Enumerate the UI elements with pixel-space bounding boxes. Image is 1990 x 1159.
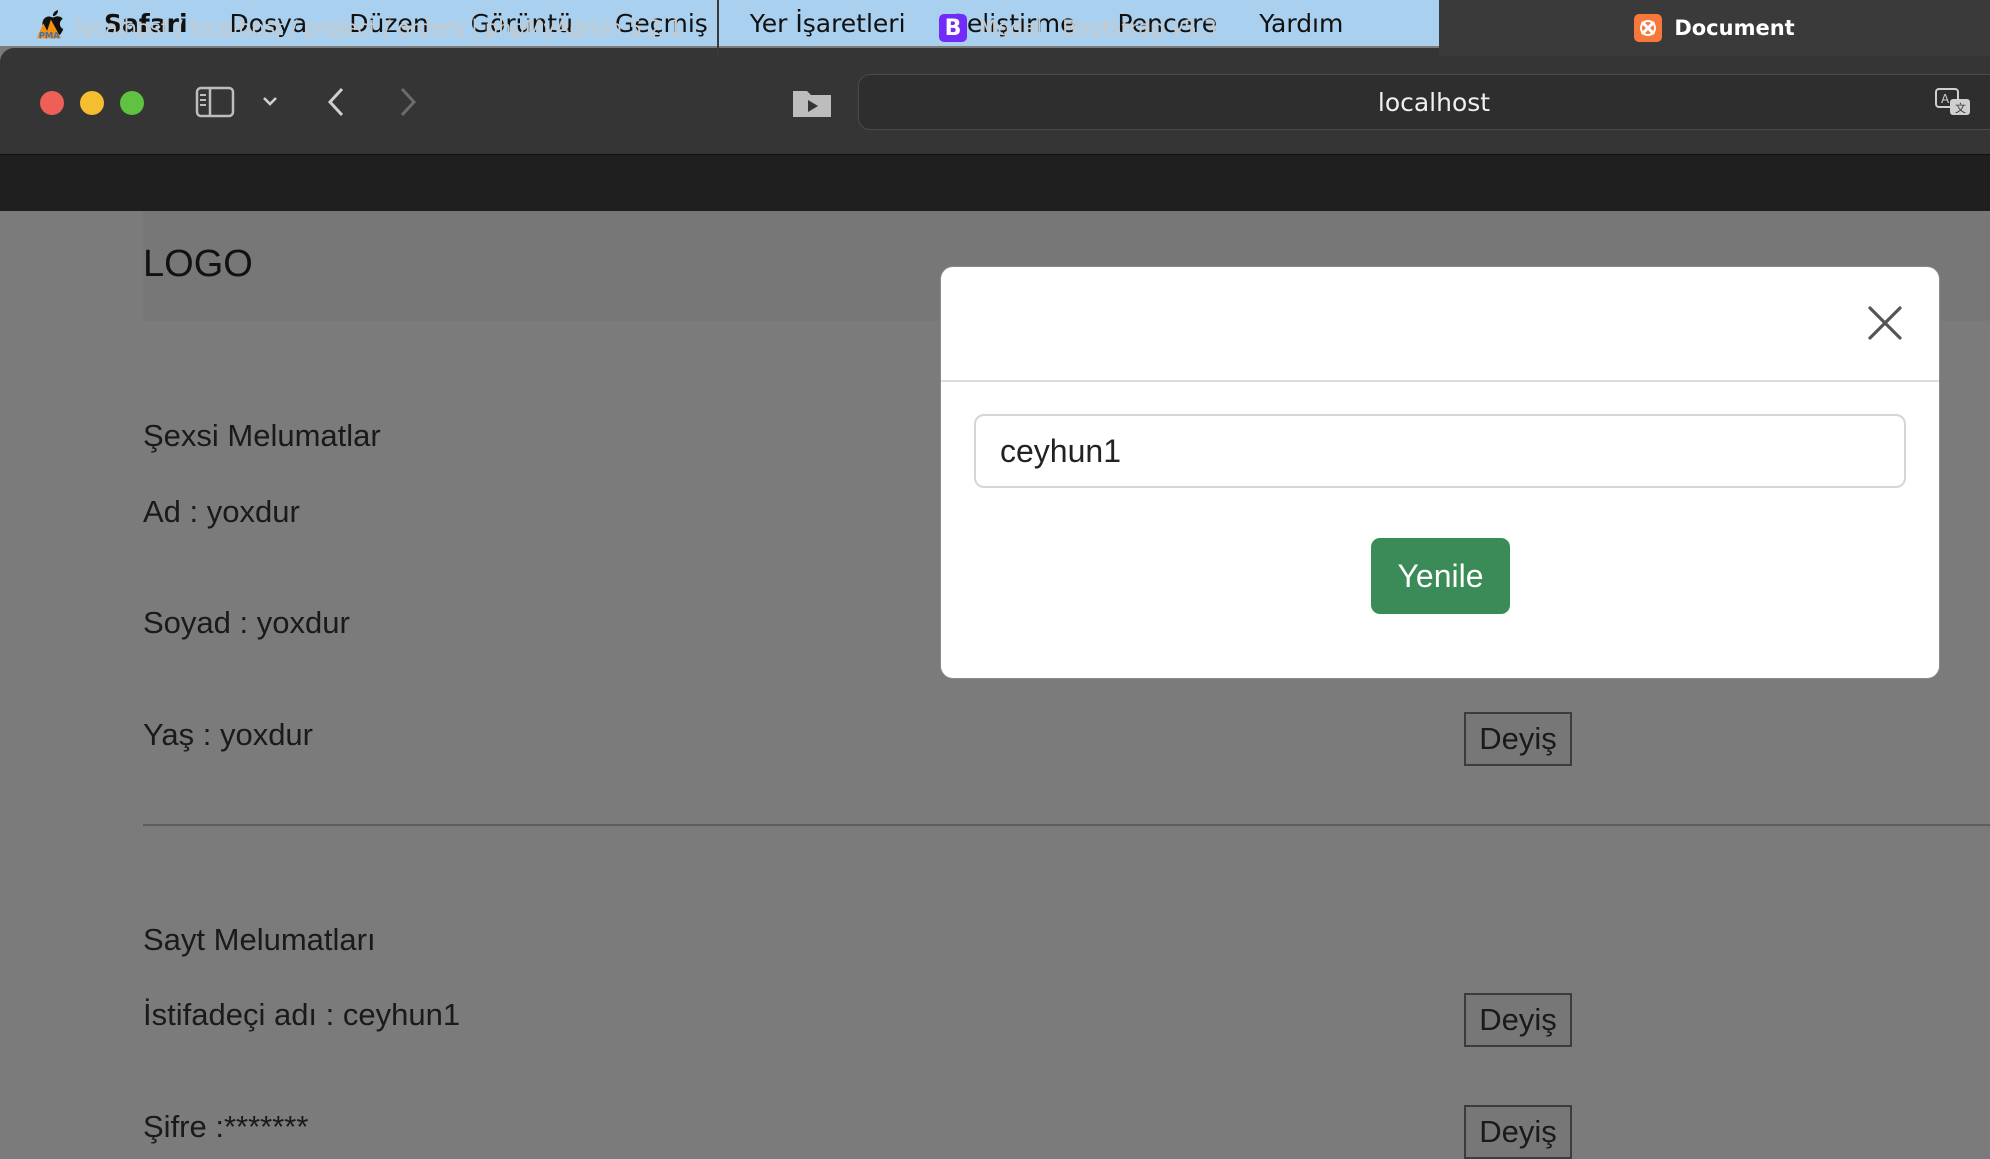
section-heading-site: Sayt Melumatları: [143, 922, 376, 957]
address-bar-text: localhost: [1377, 87, 1491, 117]
tab-bar: [0, 154, 1990, 211]
field-username: İstifadeçi adı : ceyhun1: [143, 997, 461, 1032]
tab-label: Modal · Bootstrap v5.3: [979, 16, 1217, 40]
tab-bootstrap-modal[interactable]: B Modal · Bootstrap v5.3: [719, 0, 1437, 56]
phpmyadmin-icon: PMA: [35, 14, 63, 42]
section-heading-personal: Şexsi Melumatlar: [143, 418, 381, 453]
update-button[interactable]: Yenile: [1371, 538, 1510, 614]
svg-text:文: 文: [1955, 101, 1966, 115]
minimize-window-button[interactable]: [80, 91, 104, 115]
change-password-button[interactable]: Deyiş: [1464, 1105, 1572, 1159]
tab-label: localhost / localhost / project / orders…: [74, 16, 683, 40]
chevron-down-icon[interactable]: [261, 94, 279, 108]
change-username-button[interactable]: Deyiş: [1464, 993, 1572, 1047]
field-name: Ad : yoxdur: [143, 494, 300, 529]
modal-header: [941, 267, 1939, 382]
forward-icon[interactable]: [396, 85, 420, 119]
sidebar-icon[interactable]: [195, 86, 235, 118]
zoom-window-button[interactable]: [120, 91, 144, 115]
site-logo[interactable]: LOGO: [143, 243, 253, 286]
field-surname: Soyad : yoxdur: [143, 605, 350, 640]
media-folder-icon[interactable]: [791, 85, 833, 119]
bootstrap-icon: B: [939, 14, 968, 42]
svg-text:PMA: PMA: [38, 30, 59, 40]
edit-modal: Yenile: [941, 267, 1939, 678]
back-icon[interactable]: [324, 85, 348, 119]
field-password: Şifre :*******: [143, 1109, 309, 1144]
tab-document[interactable]: Document: [1439, 0, 1990, 56]
svg-text:A: A: [1941, 92, 1950, 106]
translate-icon[interactable]: A 文: [1934, 87, 1974, 119]
xampp-icon: [1634, 14, 1663, 42]
username-input[interactable]: [974, 414, 1906, 488]
close-window-button[interactable]: [40, 91, 64, 115]
close-icon[interactable]: [1864, 302, 1906, 344]
tab-phpmyadmin[interactable]: PMA localhost / localhost / project / or…: [0, 0, 717, 56]
tab-label: Document: [1674, 16, 1795, 40]
change-age-button[interactable]: Deyiş: [1464, 712, 1572, 766]
field-age: Yaş : yoxdur: [143, 717, 314, 752]
address-bar[interactable]: localhost: [858, 74, 1990, 130]
section-divider: [143, 824, 1990, 826]
